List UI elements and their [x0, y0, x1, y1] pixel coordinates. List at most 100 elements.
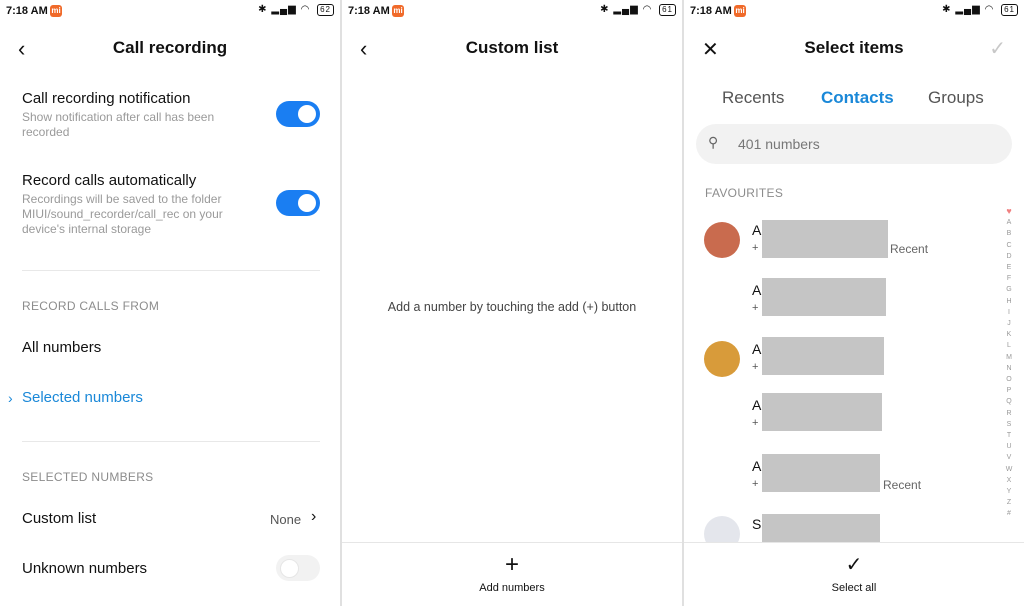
avatar: [704, 222, 740, 258]
tab-groups[interactable]: Groups: [928, 88, 984, 108]
custom-list-value: None: [270, 512, 302, 527]
bluetooth-icon: ✱: [258, 4, 268, 15]
signal-icon: ▂▄▆: [271, 4, 297, 15]
notification-toggle[interactable]: [276, 101, 320, 127]
contact-row[interactable]: A +: [684, 278, 1024, 328]
toggle-knob: [298, 105, 316, 123]
contact-number: +: [752, 361, 759, 373]
unknown-numbers-toggle[interactable]: [276, 555, 320, 581]
add-numbers-label: Add numbers: [479, 582, 545, 594]
alphabet-letter[interactable]: N: [1004, 363, 1014, 374]
chevron-right-icon: ›: [311, 508, 317, 525]
contact-row[interactable]: A +: [684, 337, 1024, 387]
contact-row[interactable]: A + Recent: [684, 218, 1024, 268]
alphabet-letter[interactable]: X: [1004, 475, 1014, 486]
redacted-block: [762, 278, 886, 316]
alphabet-letter[interactable]: C: [1004, 240, 1014, 251]
auto-record-toggle[interactable]: [276, 190, 320, 216]
recent-tag: Recent: [883, 478, 922, 492]
signal-icon: ▂▄▆: [613, 4, 639, 15]
contact-name: A: [752, 458, 762, 474]
alphabet-index[interactable]: ♥ A B C D E F G H I J K L M N O P Q R S T U V W X Y Z #: [1004, 206, 1014, 520]
selected-chevron-icon: ›: [8, 390, 13, 406]
divider: [22, 270, 320, 271]
contact-name: A: [752, 222, 762, 238]
battery-icon: 62: [317, 4, 334, 16]
contact-name: A: [752, 282, 762, 298]
bluetooth-icon: ✱: [942, 4, 952, 15]
wifi-icon: ◠: [300, 4, 311, 15]
plus-icon: +: [504, 551, 519, 578]
bottom-action-bar: ✓ Select all: [684, 542, 1024, 606]
favourites-heart-icon: ♥: [1006, 206, 1012, 216]
alphabet-letter[interactable]: Q: [1004, 396, 1014, 407]
alphabet-letter[interactable]: L: [1004, 340, 1014, 351]
select-items-screen: 7:18 AM mi ✱ ▂▄▆ ◠ 61 ✕ Select items ✓ R…: [684, 0, 1024, 606]
contact-number: +: [752, 242, 759, 254]
alphabet-letter[interactable]: Z: [1004, 497, 1014, 508]
alphabet-letter[interactable]: #: [1004, 508, 1014, 519]
search-icon: ⚲: [708, 134, 719, 150]
select-all-button[interactable]: ✓ Select all: [684, 543, 1024, 594]
redacted-block: [762, 454, 880, 492]
mi-notification-icon: mi: [392, 5, 404, 17]
confirm-check-icon[interactable]: ✓: [989, 36, 1006, 61]
alphabet-letter[interactable]: T: [1004, 430, 1014, 441]
alphabet-letter[interactable]: V: [1004, 452, 1014, 463]
alphabet-letter[interactable]: W: [1004, 464, 1014, 475]
tab-contacts[interactable]: Contacts: [821, 88, 894, 108]
alphabet-letter[interactable]: M: [1004, 352, 1014, 363]
contact-row[interactable]: A +: [684, 393, 1024, 443]
wifi-icon: ◠: [642, 4, 653, 15]
redacted-block: [762, 220, 888, 258]
contact-number: +: [752, 302, 759, 314]
bluetooth-icon: ✱: [600, 4, 610, 15]
alphabet-letter[interactable]: H: [1004, 296, 1014, 307]
contact-number: +: [752, 478, 759, 490]
notification-subtitle: Show notification after call has been re…: [22, 110, 215, 139]
alphabet-letter[interactable]: K: [1004, 329, 1014, 340]
page-title: Call recording: [112, 38, 228, 57]
alphabet-letter[interactable]: J: [1004, 318, 1014, 329]
add-numbers-button[interactable]: + Add numbers: [342, 543, 682, 595]
empty-state-message: Add a number by touching the add (+) but…: [387, 300, 637, 314]
tab-recents[interactable]: Recents: [722, 88, 784, 108]
alphabet-letter[interactable]: R: [1004, 408, 1014, 419]
alphabet-letter[interactable]: D: [1004, 251, 1014, 262]
custom-list-label: Custom list: [22, 510, 97, 527]
status-bar: 7:18 AM mi ✱ ▂▄▆ ◠ 62: [0, 0, 340, 24]
option-all-numbers[interactable]: All numbers: [22, 339, 101, 356]
alphabet-letter[interactable]: U: [1004, 441, 1014, 452]
search-bar[interactable]: ⚲ 401 numbers: [696, 124, 1012, 164]
battery-icon: 61: [659, 4, 676, 16]
page-title: Custom list: [465, 38, 559, 57]
toggle-knob: [280, 559, 299, 578]
alphabet-letter[interactable]: O: [1004, 374, 1014, 385]
selected-numbers-header: SELECTED NUMBERS: [22, 470, 154, 484]
status-bar: 7:18 AM mi ✱ ▂▄▆ ◠ 61: [684, 0, 1024, 24]
status-icons: ✱ ▂▄▆ ◠ 62: [258, 4, 334, 16]
contact-row[interactable]: A + Recent: [684, 454, 1024, 504]
mi-notification-icon: mi: [734, 5, 746, 17]
tab-bar: Recents Contacts Groups: [684, 88, 1024, 112]
alphabet-letter[interactable]: A: [1004, 217, 1014, 228]
recent-tag: Recent: [890, 242, 929, 256]
header: ✕ Select items ✓: [684, 34, 1024, 64]
redacted-block: [762, 514, 880, 544]
alphabet-letter[interactable]: I: [1004, 307, 1014, 318]
alphabet-letter[interactable]: G: [1004, 284, 1014, 295]
alphabet-letter[interactable]: B: [1004, 228, 1014, 239]
alphabet-letter[interactable]: E: [1004, 262, 1014, 273]
contact-name: S: [752, 516, 762, 532]
unknown-numbers-label: Unknown numbers: [22, 560, 148, 577]
status-icons: ✱ ▂▄▆ ◠ 61: [942, 4, 1018, 16]
redacted-block: [762, 337, 884, 375]
bottom-action-bar: + Add numbers: [342, 542, 682, 606]
redacted-block: [762, 393, 882, 431]
alphabet-letter[interactable]: F: [1004, 273, 1014, 284]
search-input[interactable]: 401 numbers: [738, 136, 820, 152]
alphabet-letter[interactable]: Y: [1004, 486, 1014, 497]
alphabet-letter[interactable]: S: [1004, 419, 1014, 430]
option-selected-numbers[interactable]: Selected numbers: [22, 389, 143, 406]
alphabet-letter[interactable]: P: [1004, 385, 1014, 396]
